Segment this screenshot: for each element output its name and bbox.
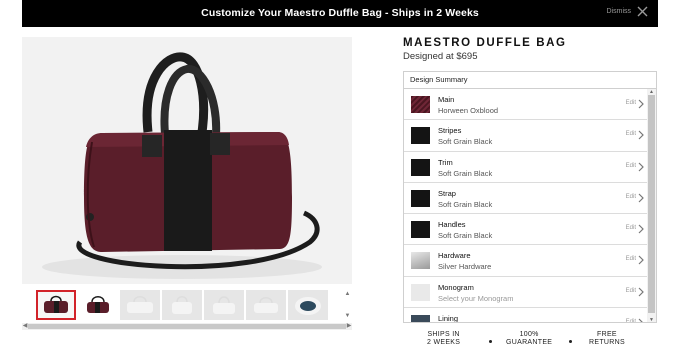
perk-line: 100% [519, 331, 539, 338]
edit-link[interactable]: Edit [626, 256, 636, 262]
row-value: Soft Grain Black [438, 199, 493, 209]
chevron-right-icon[interactable] [638, 255, 644, 265]
thumbnail-vertical-scrollbar[interactable]: ▲ ▼ [343, 290, 352, 320]
perk-line: SHIPS IN [427, 331, 460, 338]
row-value: Soft Grain Black [438, 137, 493, 147]
perks-bar: SHIPS IN 2 WEEKS 100% GUARANTEE FREE RET… [403, 331, 657, 347]
edit-link[interactable]: Edit [626, 131, 636, 137]
thumbnail-3[interactable] [120, 290, 160, 320]
row-title: Stripes [438, 126, 462, 136]
swatch-hardware [411, 252, 430, 270]
product-image[interactable] [22, 37, 352, 284]
scrollbar-thumb[interactable] [648, 95, 655, 313]
row-value: Soft Grain Black [438, 231, 493, 241]
perk-line: 2 WEEKS [427, 339, 461, 346]
thumbnail-1[interactable] [36, 290, 76, 320]
separator-dot [489, 340, 492, 343]
row-title: Strap [438, 188, 456, 198]
swatch-lining [411, 315, 430, 322]
swatch-handles [411, 221, 430, 239]
perk-line: FREE [597, 331, 617, 338]
row-title: Trim [438, 157, 453, 167]
thumbnail-strip [22, 288, 352, 320]
scroll-down-icon[interactable]: ▼ [647, 317, 656, 322]
swatch-main [411, 96, 430, 113]
row-title: Lining [438, 314, 459, 323]
chevron-right-icon[interactable] [638, 318, 644, 323]
perk-shipping: SHIPS IN 2 WEEKS [427, 331, 460, 347]
chevron-right-icon[interactable] [638, 287, 644, 297]
edit-link[interactable]: Edit [626, 288, 636, 294]
perk-returns: FREE RETURNS [589, 331, 625, 347]
thumbnail-5[interactable] [204, 290, 244, 320]
row-value: Silver Hardware [438, 262, 492, 272]
chevron-right-icon[interactable] [638, 130, 644, 140]
perk-line: GUARANTEE [506, 339, 553, 346]
summary-row-hardware[interactable]: Hardware Silver Hardware Edit [404, 245, 648, 277]
perk-line: RETURNS [589, 339, 625, 346]
thumbnail-7[interactable] [288, 290, 328, 320]
thumbnail-horizontal-scrollbar[interactable]: ◀ ▶ [22, 323, 352, 330]
design-summary-list: Main Horween Oxblood Edit Stripes Soft G… [404, 89, 648, 323]
thumbnail-4[interactable] [162, 290, 202, 320]
thumbnail-2[interactable] [78, 290, 118, 320]
scroll-up-icon[interactable]: ▲ [343, 290, 352, 298]
dismiss-button[interactable]: Dismiss [607, 6, 649, 17]
promo-banner: Customize Your Maestro Duffle Bag - Ship… [22, 0, 658, 27]
row-title: Handles [438, 220, 466, 230]
product-title: MAESTRO DUFFLE BAG [403, 37, 567, 49]
chevron-right-icon[interactable] [638, 162, 644, 172]
swatch-trim [411, 158, 430, 176]
edit-link[interactable]: Edit [626, 194, 636, 200]
swatch-strap [411, 189, 430, 207]
dismiss-label: Dismiss [606, 8, 632, 15]
product-price: Designed at $695 [403, 51, 478, 62]
thumbnail-6[interactable] [246, 290, 286, 320]
edit-link[interactable]: Edit [626, 163, 636, 169]
chevron-right-icon[interactable] [638, 193, 644, 203]
duffle-bag-image [42, 52, 322, 279]
row-value: Horween Oxblood [438, 106, 499, 115]
row-title: Main [438, 95, 455, 104]
summary-row-trim[interactable]: Trim Soft Grain Black Edit [404, 152, 648, 183]
edit-link[interactable]: Edit [626, 225, 636, 231]
row-value: Select your Monogram [438, 293, 514, 303]
perk-guarantee: 100% GUARANTEE [506, 331, 552, 347]
design-summary-header: Design Summary [404, 72, 656, 89]
swatch-monogram [411, 283, 430, 301]
close-icon [637, 6, 648, 17]
banner-text: Customize Your Maestro Duffle Bag - Ship… [201, 7, 479, 19]
design-summary-panel: Design Summary Main Horween Oxblood Edit… [403, 71, 657, 323]
row-title: Monogram [438, 282, 474, 292]
summary-row-stripes[interactable]: Stripes Soft Grain Black Edit [404, 120, 648, 152]
edit-link[interactable]: Edit [626, 319, 636, 322]
summary-row-handles[interactable]: Handles Soft Grain Black Edit [404, 214, 648, 246]
summary-scrollbar[interactable]: ▲ ▼ [647, 89, 656, 322]
scroll-down-icon[interactable]: ▼ [343, 312, 352, 320]
summary-row-monogram[interactable]: Monogram Select your Monogram Edit [404, 277, 648, 309]
scrollbar-thumb[interactable] [28, 324, 346, 329]
swatch-stripes [411, 127, 430, 145]
row-value: Soft Grain Black [438, 168, 493, 178]
separator-dot [569, 340, 572, 343]
row-title: Hardware [438, 251, 471, 261]
chevron-right-icon[interactable] [638, 99, 644, 109]
summary-row-lining[interactable]: Lining Edit [404, 308, 648, 323]
summary-row-main[interactable]: Main Horween Oxblood Edit [404, 89, 648, 121]
chevron-right-icon[interactable] [638, 224, 644, 234]
scroll-right-icon[interactable]: ▶ [346, 323, 352, 330]
summary-row-strap[interactable]: Strap Soft Grain Black Edit [404, 183, 648, 215]
edit-link[interactable]: Edit [626, 100, 636, 106]
